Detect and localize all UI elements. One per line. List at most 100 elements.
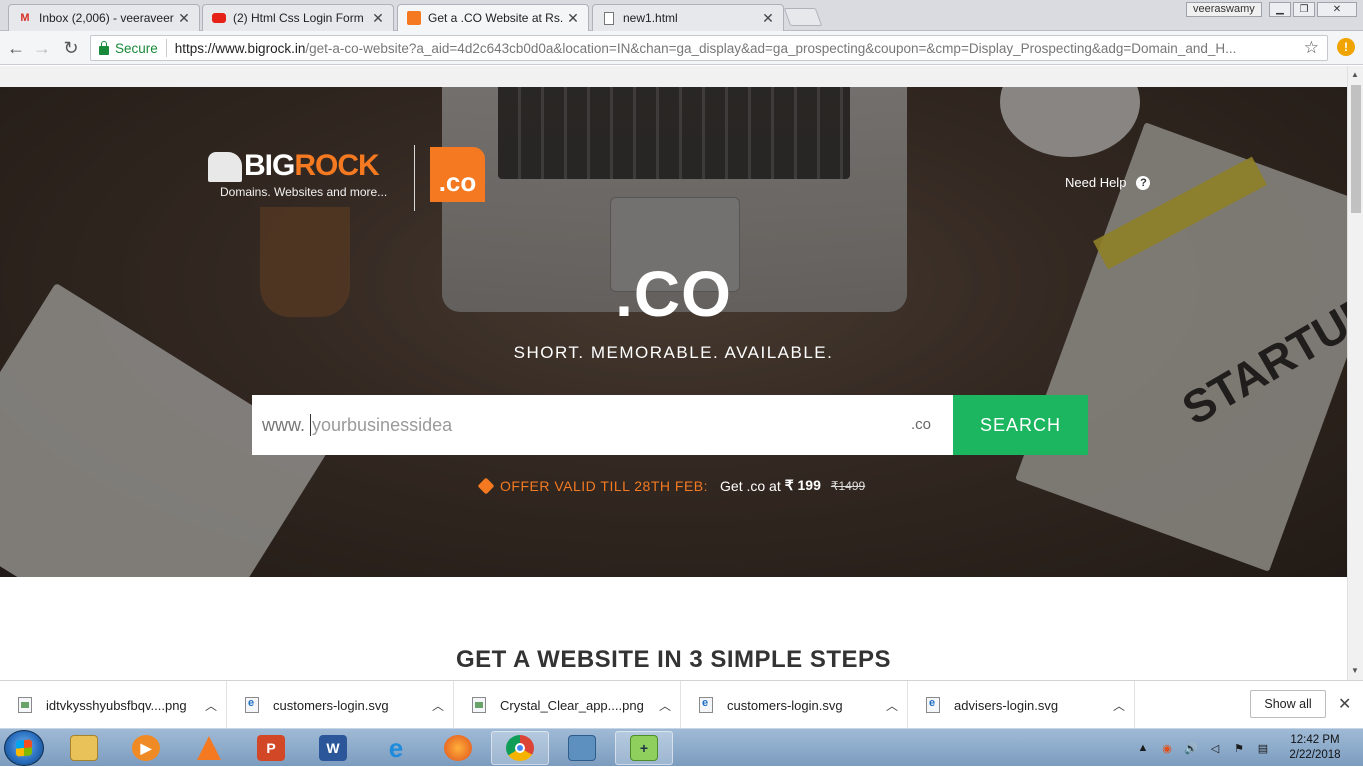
secure-label: Secure — [115, 40, 158, 56]
offer-text: Get .co at — [720, 477, 781, 494]
word-icon[interactable]: W — [304, 731, 362, 765]
download-filename: customers-login.svg — [273, 697, 389, 713]
lock-icon — [99, 40, 109, 55]
show-hidden-icons-icon[interactable]: ▲ — [1135, 741, 1151, 755]
scroll-up-icon[interactable]: ▲ — [1351, 70, 1359, 79]
page-scrollbar[interactable]: ▲ ▼ — [1347, 66, 1363, 680]
tab-gmail-inbox[interactable]: M Inbox (2,006) - veeraveer ✕ — [8, 4, 200, 31]
internet-explorer-icon[interactable]: e — [367, 731, 425, 765]
domain-input[interactable] — [312, 414, 873, 436]
offer-banner: OFFER VALID TILL 28TH FEB: Get .co at ₹ … — [477, 477, 865, 494]
forward-icon[interactable]: → — [31, 37, 53, 59]
photo-viewer-icon[interactable] — [553, 731, 611, 765]
scroll-down-icon[interactable]: ▼ — [1351, 666, 1359, 675]
tab-new1-html[interactable]: new1.html ✕ — [592, 4, 784, 31]
hero-banner: STARTUP BIGROCK Domains. Websites and mo… — [0, 87, 1347, 577]
new-tab-button[interactable] — [783, 8, 823, 26]
notepad-plus-icon[interactable]: + — [615, 731, 673, 765]
offer-validity: OFFER VALID TILL 28TH FEB: — [500, 477, 709, 494]
logo-rock: ROCK — [294, 149, 379, 182]
system-clock[interactable]: 12:42 PM 2/22/2018 — [1282, 733, 1348, 763]
media-player-icon[interactable]: ▶ — [117, 731, 175, 765]
network-icon[interactable]: ▤ — [1255, 741, 1271, 755]
price-tag-icon — [477, 477, 495, 494]
svg-file-icon — [245, 697, 259, 713]
domain-search: www. .co SEARCH — [252, 395, 1088, 455]
download-item[interactable]: customers-login.svg ︿ — [681, 681, 908, 729]
window-close-icon[interactable]: ✕ — [1317, 2, 1357, 17]
offer-price: ₹ 199 — [784, 477, 821, 493]
back-icon[interactable]: ← — [5, 37, 27, 59]
tab-title: Get a .CO Website at Rs. — [428, 11, 564, 25]
chevron-up-icon[interactable]: ︿ — [423, 697, 453, 714]
browser-tab-strip: M Inbox (2,006) - veeraveer ✕ (2) Html C… — [0, 0, 1363, 31]
alert-icon[interactable]: ! — [1337, 38, 1355, 56]
logo-wordmark: BIGROCK — [208, 149, 387, 183]
domain-search-field[interactable]: www. .co — [252, 395, 953, 455]
chevron-up-icon[interactable]: ︿ — [196, 697, 226, 714]
tab-bigrock[interactable]: Get a .CO Website at Rs. ✕ — [397, 4, 589, 31]
logo-tagline: Domains. Websites and more... — [220, 185, 388, 199]
tab-title: Inbox (2,006) - veeraveer — [39, 11, 174, 25]
close-icon[interactable]: ✕ — [761, 10, 775, 27]
scrollbar-thumb[interactable] — [1351, 85, 1361, 213]
reload-icon[interactable]: ↻ — [60, 37, 82, 59]
download-item[interactable]: customers-login.svg ︿ — [227, 681, 454, 729]
gmail-icon: M — [20, 12, 30, 24]
download-filename: idtvkysshyubsfbqv....png — [46, 697, 187, 713]
profile-badge[interactable]: veeraswamy — [1186, 2, 1262, 17]
url-host: https://www.bigrock.in — [174, 40, 306, 56]
firefox-icon[interactable] — [429, 731, 487, 765]
tab-title: (2) Html Css Login Form — [233, 11, 364, 25]
explorer-icon[interactable] — [55, 731, 113, 765]
tab-youtube[interactable]: (2) Html Css Login Form ✕ — [202, 4, 394, 31]
chevron-up-icon[interactable]: ︿ — [877, 697, 907, 714]
page-viewport: STARTUP BIGROCK Domains. Websites and mo… — [0, 66, 1347, 680]
close-icon[interactable]: ✕ — [177, 10, 191, 27]
minimize-icon[interactable]: ▁ — [1269, 2, 1291, 17]
address-bar[interactable]: Secure https://www.bigrock.in/get-a-co-w… — [90, 35, 1328, 61]
need-help-label: Need Help — [1065, 175, 1127, 190]
bigrock-logo[interactable]: BIGROCK Domains. Websites and more... — [208, 149, 387, 199]
volume-icon[interactable]: ◁ — [1207, 741, 1223, 755]
browser-toolbar: ← → ↻ Secure https://www.bigrock.in/get-… — [0, 31, 1363, 65]
image-file-icon — [18, 697, 32, 713]
show-all-button[interactable]: Show all — [1250, 690, 1326, 718]
bookmark-star-icon[interactable]: ☆ — [1304, 38, 1319, 58]
downloads-bar: idtvkysshyubsfbqv....png ︿ customers-log… — [0, 680, 1363, 729]
chevron-up-icon[interactable]: ︿ — [1104, 697, 1134, 714]
close-icon[interactable]: ✕ — [371, 10, 385, 27]
clock-time: 12:42 PM — [1290, 734, 1340, 746]
chrome-icon[interactable] — [491, 731, 549, 765]
vlc-icon[interactable] — [180, 731, 238, 765]
youtube-icon — [211, 10, 227, 26]
windows-taskbar: ▶ P W e + ▲ ◉ 🔊 ◁ ⚑ ▤ 12:42 PM 2/22/2018 — [0, 728, 1363, 766]
powerpoint-icon[interactable]: P — [242, 731, 300, 765]
divider — [165, 39, 167, 57]
chevron-up-icon[interactable]: ︿ — [650, 697, 680, 714]
start-button[interactable] — [4, 730, 44, 766]
url-path: /get-a-co-website?a_aid=4d2c643cb0d0a&lo… — [305, 40, 1237, 56]
tray-app-icon[interactable]: ◉ — [1159, 741, 1175, 755]
clock-date: 2/22/2018 — [1289, 749, 1341, 761]
logo-divider — [414, 145, 415, 211]
download-item[interactable]: idtvkysshyubsfbqv....png ︿ — [0, 681, 227, 729]
speaker-icon[interactable]: 🔊 — [1183, 741, 1199, 755]
flag-icon[interactable]: ⚑ — [1231, 741, 1247, 755]
rock-mascot-icon — [208, 152, 242, 183]
steps-heading: GET A WEBSITE IN 3 SIMPLE STEPS — [455, 646, 892, 673]
file-icon — [601, 10, 617, 26]
download-item[interactable]: advisers-login.svg ︿ — [908, 681, 1135, 729]
download-filename: customers-login.svg — [727, 697, 843, 713]
need-help-link[interactable]: Need Help ? — [1065, 175, 1151, 190]
download-item[interactable]: Crystal_Clear_app....png ︿ — [454, 681, 681, 729]
www-prefix: www. — [262, 414, 306, 435]
bigrock-icon — [406, 10, 422, 26]
close-icon[interactable]: ✕ — [566, 10, 580, 27]
search-button[interactable]: SEARCH — [953, 395, 1088, 455]
close-icon[interactable]: ✕ — [1338, 694, 1351, 714]
hero-subtitle: SHORT. MEMORABLE. AVAILABLE. — [513, 343, 834, 362]
text-caret — [310, 414, 312, 436]
restore-icon[interactable]: ❐ — [1293, 2, 1315, 17]
co-logo: .co — [430, 147, 485, 202]
